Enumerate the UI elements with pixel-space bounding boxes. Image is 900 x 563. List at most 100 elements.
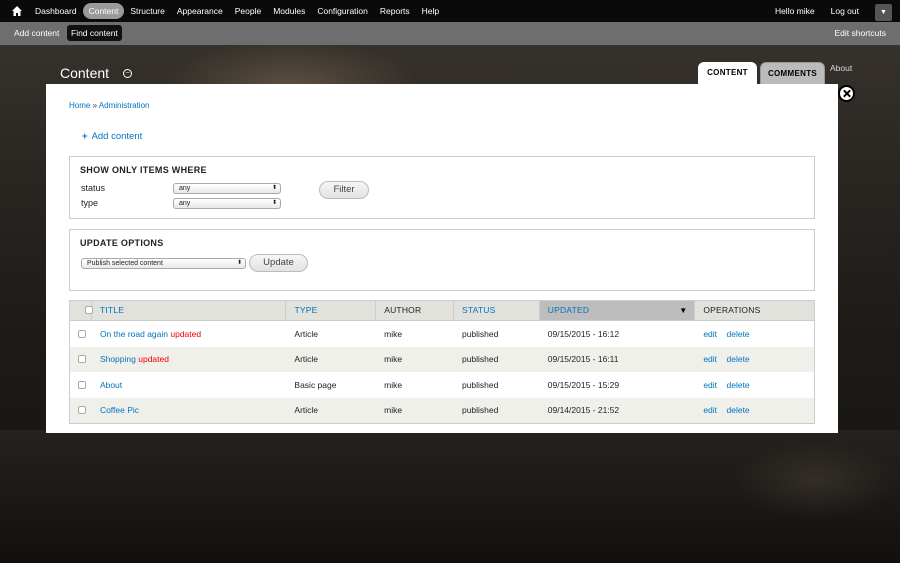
menu-structure[interactable]: Structure: [124, 3, 171, 19]
status-cell: published: [461, 405, 499, 416]
row-checkbox[interactable]: [78, 329, 86, 338]
user-greeting[interactable]: Hello mike: [775, 6, 815, 16]
edit-shortcuts-link[interactable]: Edit shortcuts: [831, 25, 891, 41]
close-overlay-icon[interactable]: [838, 85, 855, 102]
breadcrumb: Home » Administration: [69, 101, 149, 110]
shortcut-remove-icon[interactable]: −: [123, 69, 132, 78]
operations-cell: edit delete: [695, 329, 814, 339]
operations-cell: edit delete: [695, 405, 814, 415]
tab-comments[interactable]: COMMENTS: [760, 62, 825, 84]
background-blur: [730, 440, 900, 520]
update-fieldset: UPDATE OPTIONS Publish selected content ⬍…: [69, 229, 815, 291]
row-select-cell: [70, 406, 92, 415]
title-cell: Shopping updated: [92, 354, 286, 364]
delete-link[interactable]: delete: [727, 329, 750, 339]
menu-appearance[interactable]: Appearance: [171, 3, 229, 19]
operations-cell: edit delete: [695, 354, 814, 364]
author-link[interactable]: mike: [376, 405, 454, 415]
type-select[interactable]: any ⬍: [173, 198, 281, 209]
status-select[interactable]: any ⬍: [173, 183, 281, 194]
row-checkbox[interactable]: [78, 380, 86, 389]
select-arrows-icon: ⬍: [236, 260, 242, 266]
plus-icon: +: [82, 131, 88, 142]
author-link[interactable]: mike: [376, 380, 454, 390]
updated-cell: 09/15/2015 - 16:11: [547, 354, 619, 365]
title-link[interactable]: On the road again: [100, 329, 168, 339]
type-cell: Article: [294, 328, 319, 339]
shortcut-find-content[interactable]: Find content: [67, 25, 122, 41]
delete-link[interactable]: delete: [727, 354, 750, 364]
status-select-value: any: [179, 185, 191, 192]
home-icon[interactable]: [11, 5, 23, 17]
row-select-cell: [70, 355, 92, 364]
status-label: status: [81, 183, 106, 193]
about-link[interactable]: About: [830, 63, 852, 73]
update-button[interactable]: Update: [249, 254, 308, 272]
toolbar-menu: Dashboard Content Structure Appearance P…: [29, 0, 445, 22]
title-link[interactable]: About: [100, 380, 122, 390]
type-label: type: [81, 198, 99, 208]
breadcrumb-separator: »: [90, 101, 99, 110]
menu-configuration[interactable]: Configuration: [311, 3, 374, 19]
type-select-value: any: [179, 200, 191, 207]
menu-modules[interactable]: Modules: [267, 3, 311, 19]
shortcuts-toggle-icon[interactable]: ▼: [875, 4, 892, 21]
filter-button[interactable]: Filter: [319, 181, 369, 199]
row-checkbox[interactable]: [78, 406, 86, 415]
row-select-cell: [70, 380, 92, 389]
sort-descending-icon: ▼: [679, 306, 688, 315]
table-row: About Basic page mike published 09/15/20…: [70, 372, 814, 398]
shortcuts-bar: Add content Find content Edit shortcuts: [0, 22, 900, 45]
breadcrumb-home[interactable]: Home: [69, 101, 90, 110]
header-title[interactable]: TITLE: [92, 301, 287, 320]
update-action-select[interactable]: Publish selected content ⬍: [81, 258, 246, 269]
admin-toolbar: Dashboard Content Structure Appearance P…: [0, 0, 900, 22]
author-link[interactable]: mike: [376, 329, 454, 339]
menu-dashboard[interactable]: Dashboard: [29, 3, 83, 19]
header-author: AUTHOR: [376, 301, 455, 320]
edit-link[interactable]: edit: [703, 405, 717, 415]
update-legend: UPDATE OPTIONS: [80, 238, 164, 248]
menu-people[interactable]: People: [229, 3, 267, 19]
menu-reports[interactable]: Reports: [374, 3, 416, 19]
logout-link[interactable]: Log out: [831, 6, 859, 16]
type-cell: Basic page: [294, 379, 337, 390]
title-cell: On the road again updated: [92, 329, 286, 339]
header-operations: OPERATIONS: [703, 305, 761, 315]
row-select-cell: [70, 329, 92, 338]
delete-link[interactable]: delete: [727, 405, 750, 415]
menu-content[interactable]: Content: [82, 3, 125, 19]
add-content-label: Add content: [91, 131, 143, 142]
type-cell: Article: [294, 405, 319, 416]
edit-link[interactable]: edit: [703, 380, 717, 390]
menu-help[interactable]: Help: [416, 3, 445, 19]
updated-cell: 09/14/2015 - 21:52: [547, 405, 620, 416]
edit-link[interactable]: edit: [703, 329, 717, 339]
add-content-link[interactable]: + Add content: [82, 131, 142, 142]
delete-link[interactable]: delete: [727, 380, 750, 390]
title-link[interactable]: Coffee Pic: [100, 405, 139, 415]
header-type[interactable]: TYPE: [286, 301, 377, 320]
operations-cell: edit delete: [695, 380, 814, 390]
breadcrumb-administration[interactable]: Administration: [99, 101, 150, 110]
content-table: TITLE TYPE AUTHOR STATUS UPDATED ▼ OPERAT…: [69, 300, 815, 424]
select-arrows-icon: ⬍: [271, 200, 277, 206]
filter-fieldset: SHOW ONLY ITEMS WHERE status any ⬍ type a…: [69, 156, 815, 219]
user-area: Hello mike Log out ▼: [775, 0, 892, 22]
header-updated-label: UPDATED: [547, 305, 590, 315]
author-link[interactable]: mike: [376, 354, 454, 364]
shortcut-add-content[interactable]: Add content: [10, 25, 63, 41]
status-cell: published: [461, 354, 499, 365]
table-row: Shopping updated Article mike published …: [70, 346, 814, 372]
title-link[interactable]: Shopping: [100, 354, 136, 364]
table-row: Coffee Pic Article mike published 09/14/…: [70, 397, 814, 423]
overlay-panel: Home » Administration + Add content SHOW …: [46, 84, 838, 433]
edit-link[interactable]: edit: [703, 354, 717, 364]
header-status[interactable]: STATUS: [454, 301, 540, 320]
header-updated[interactable]: UPDATED ▼: [539, 301, 696, 320]
row-checkbox[interactable]: [78, 355, 86, 364]
tab-content[interactable]: CONTENT: [698, 62, 757, 84]
page-title: Content: [60, 65, 110, 81]
update-action-value: Publish selected content: [87, 260, 163, 267]
type-cell: Article: [294, 354, 319, 365]
